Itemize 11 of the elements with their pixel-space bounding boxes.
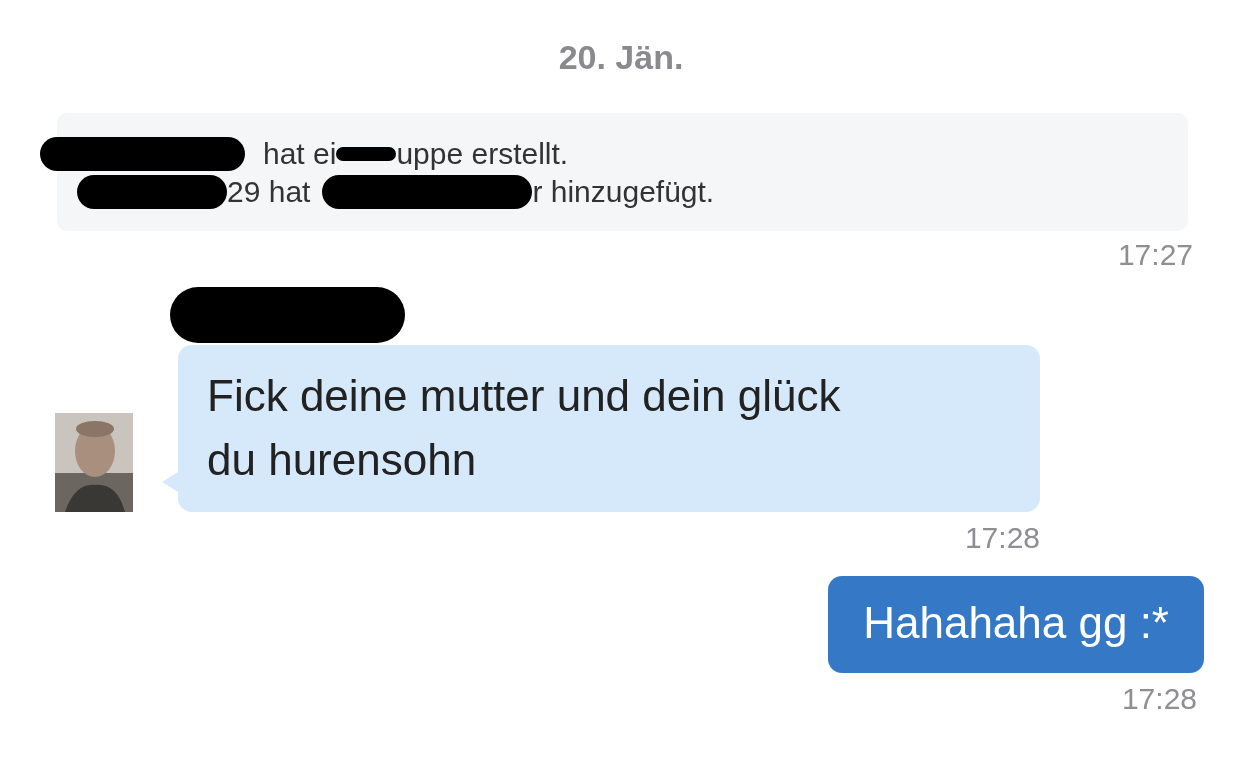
date-header: 20. Jän. xyxy=(557,37,685,78)
notice-text: hat ei xyxy=(263,136,337,172)
notice-text: 29 hat xyxy=(227,174,311,210)
message-bubble: Hahahaha gg :* xyxy=(828,576,1204,673)
timestamp: 17:28 xyxy=(1120,681,1197,717)
redaction-mark xyxy=(336,147,397,161)
timestamp: 17:27 xyxy=(1116,237,1193,273)
notice-text: r hinzugefügt. xyxy=(532,174,715,210)
message-bubble: Fick deine mutter und dein glück du hurensohn xyxy=(178,345,1040,512)
notice-text: uppe erstellt. xyxy=(396,136,569,172)
timestamp: 17:28 xyxy=(963,520,1040,556)
